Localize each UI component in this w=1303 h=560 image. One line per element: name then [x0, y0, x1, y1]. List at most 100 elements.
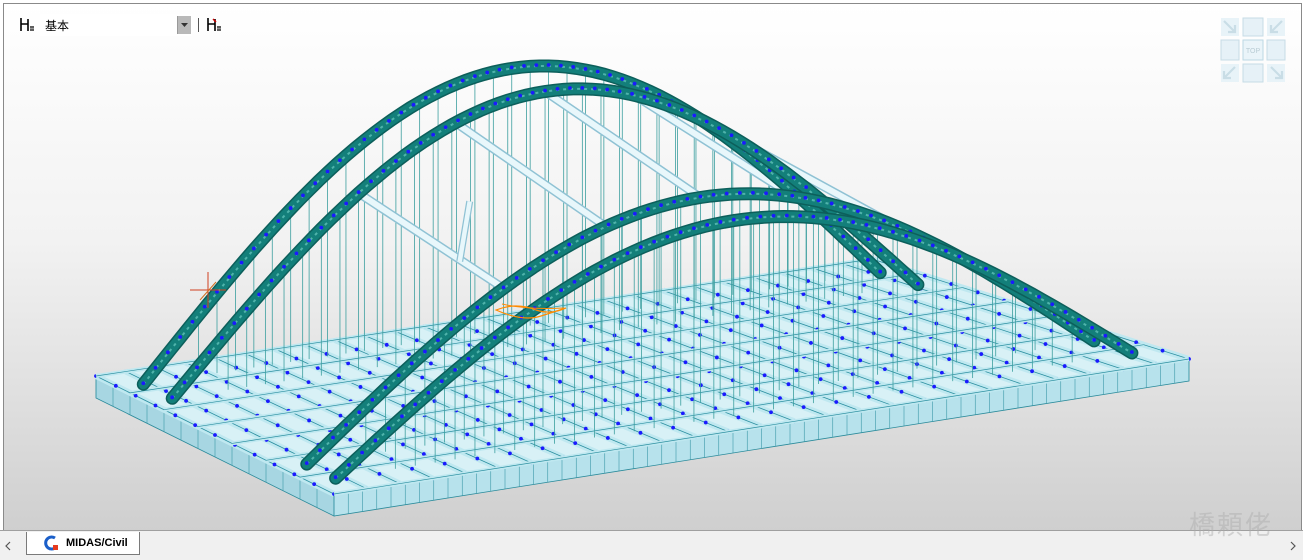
view-cube[interactable]: TOP [1219, 16, 1293, 86]
arch-node [1023, 287, 1028, 292]
deck-node [213, 433, 217, 437]
deck-node [765, 310, 770, 314]
deck-node [769, 410, 773, 415]
deck-node [796, 305, 801, 310]
deck-node [354, 347, 359, 352]
deck-node [964, 379, 969, 384]
deck-node [184, 398, 189, 403]
arch-node [239, 260, 244, 265]
view-set-value: 基本 [45, 18, 70, 33]
deck-node [406, 352, 411, 357]
arch-node [337, 158, 342, 163]
deck-node [745, 401, 750, 406]
arch-node [448, 83, 453, 88]
deck-node [529, 422, 534, 427]
arch-node [518, 93, 523, 98]
arch-node [357, 410, 362, 415]
deck-node [922, 273, 927, 278]
deck-node [292, 472, 297, 477]
deck-node [932, 384, 937, 389]
deck-node [346, 361, 351, 366]
tab-scroll-left-icon[interactable] [2, 539, 14, 553]
arrow-sw-icon[interactable] [1267, 18, 1285, 36]
arch-node [331, 435, 335, 440]
arch-node [652, 239, 657, 244]
arch-node [418, 141, 423, 145]
deck-node [284, 447, 289, 452]
arch-node [506, 325, 511, 330]
deck-node [113, 383, 118, 388]
view-set-dropdown[interactable]: 基本 [40, 14, 192, 36]
arch-node [930, 243, 935, 248]
arrow-ne-icon[interactable] [1221, 64, 1239, 82]
chevron-down-icon[interactable] [177, 16, 191, 34]
arch-node [856, 209, 860, 213]
deck-node [648, 416, 653, 421]
arch-node [534, 63, 539, 68]
deck-node [589, 374, 594, 379]
deck-node [616, 421, 621, 426]
deck-node [714, 355, 719, 360]
arch-node [665, 234, 670, 239]
arch-node [698, 194, 703, 199]
arch-node [325, 169, 330, 174]
deck-node [252, 452, 257, 457]
tab-midas-civil[interactable]: MIDAS/Civil [26, 532, 140, 555]
arch-node [841, 234, 846, 239]
arch-node [617, 89, 622, 94]
arch-node [567, 242, 572, 247]
arch-node [766, 157, 771, 162]
deck-node [728, 328, 733, 333]
arch-node [599, 264, 603, 269]
arch-node [232, 321, 237, 326]
deck-node [947, 357, 952, 361]
deck-node [520, 347, 525, 352]
cube-top-label: TOP [1246, 48, 1261, 55]
ruler-axis-red-icon[interactable] [203, 14, 225, 36]
deck-node [635, 393, 640, 398]
ruler-axis-icon[interactable] [16, 14, 38, 36]
arrow-nw-icon[interactable] [1267, 64, 1285, 82]
arch-node [685, 196, 690, 201]
cube-face-back[interactable] [1242, 63, 1264, 83]
cube-face-right[interactable] [1266, 39, 1286, 61]
arch-node [460, 78, 465, 83]
deck-node [583, 426, 588, 431]
cube-face-front[interactable] [1242, 17, 1264, 37]
deck-node [985, 338, 990, 343]
arch-node [546, 63, 551, 67]
arch-node [644, 86, 649, 91]
deck-node [939, 370, 944, 375]
arch-node [583, 67, 588, 71]
watermark-text: 橋頼佬 [1188, 511, 1273, 541]
bridge-model-3d[interactable] [4, 4, 1301, 531]
arch-node [764, 191, 768, 196]
arch-node [559, 288, 564, 293]
arch-node [383, 385, 388, 390]
tab-scroll-right-icon[interactable] [1287, 539, 1299, 553]
deck-node [358, 385, 363, 389]
arch-node [509, 65, 514, 70]
deck-node [1049, 328, 1054, 333]
arch-node [704, 119, 709, 124]
arch-node [527, 266, 532, 271]
arch-node [620, 77, 625, 81]
arch-node [453, 367, 457, 372]
toolbar-separator [198, 18, 199, 32]
deck-node [858, 358, 863, 363]
arch-node [555, 87, 560, 91]
arch-node [1076, 317, 1081, 322]
deck-node [667, 388, 671, 393]
deck-node [1030, 369, 1034, 374]
cube-face-left[interactable] [1220, 39, 1240, 61]
arrow-se-icon[interactable] [1221, 18, 1239, 36]
deck-node [842, 386, 847, 390]
deck-node [625, 306, 630, 311]
arch-node [350, 147, 354, 152]
arch-node [758, 214, 763, 219]
arch-node [413, 402, 418, 407]
model-viewport[interactable]: 基本 TOP [3, 3, 1302, 532]
arch-node [612, 257, 617, 262]
arch-node [456, 118, 460, 123]
arch-node [877, 226, 882, 231]
